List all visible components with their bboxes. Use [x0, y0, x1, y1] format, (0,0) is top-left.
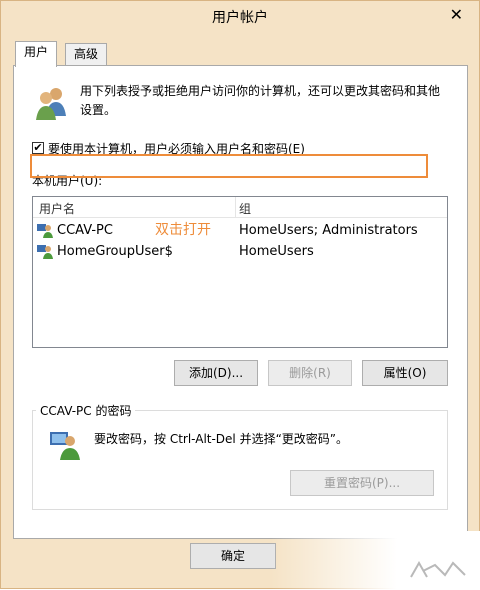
column-header-username[interactable]: 用户名	[39, 200, 75, 217]
annotation-text: 双击打开	[155, 222, 211, 238]
tab-users[interactable]: 用户	[15, 41, 58, 67]
user-icon	[37, 224, 53, 238]
close-icon[interactable]: ✕	[450, 7, 463, 23]
user-icon	[37, 245, 53, 259]
users-icon	[36, 88, 66, 120]
column-divider[interactable]	[235, 197, 236, 217]
column-header-group[interactable]: 组	[239, 200, 251, 217]
user-name: HomeGroupUser$	[57, 244, 173, 259]
user-group: HomeUsers	[239, 244, 314, 259]
password-group-title: CCAV-PC 的密码	[36, 402, 136, 419]
watermark-logo	[410, 560, 466, 578]
title-bar[interactable]: 用户帐户 ✕	[1, 1, 479, 33]
user-password-icon	[50, 432, 80, 460]
window-title: 用户帐户	[212, 10, 268, 26]
reset-password-button[interactable]: 重置密码(P)...	[290, 470, 434, 496]
user-group: HomeUsers; Administrators	[239, 223, 418, 238]
require-password-checkbox[interactable]: ✔	[32, 142, 44, 154]
tab-advanced[interactable]: 高级	[65, 43, 108, 65]
intro-text: 用下列表授予或拒绝用户访问你的计算机，还可以更改其密码和其他设置。	[80, 84, 441, 117]
user-name: CCAV-PC	[57, 223, 113, 238]
table-row[interactable]: CCAV-PC HomeUsers; Administrators	[33, 220, 447, 241]
remove-button[interactable]: 删除(R)	[268, 360, 352, 386]
users-tab-panel: 用下列表授予或拒绝用户访问你的计算机，还可以更改其密码和其他设置。 ✔ 要使用本…	[13, 65, 468, 539]
password-instructions: 要改密码，按 Ctrl-Alt-Del 并选择“更改密码”。	[94, 432, 349, 446]
table-row[interactable]: HomeGroupUser$ HomeUsers	[33, 241, 447, 262]
ok-button[interactable]: 确定	[190, 543, 276, 569]
annotation-highlight-box	[30, 154, 428, 178]
properties-button[interactable]: 属性(O)	[362, 360, 448, 386]
local-users-list[interactable]: 用户名 组 CCAV-PC HomeUsers; Administrators	[32, 196, 448, 348]
add-button[interactable]: 添加(D)...	[174, 360, 258, 386]
user-accounts-window: 用户帐户 ✕ 用户 高级 用下列表授予或拒绝用户访问你的计算机，还可以更改其密码…	[0, 0, 480, 590]
list-header: 用户名 组	[33, 197, 447, 218]
